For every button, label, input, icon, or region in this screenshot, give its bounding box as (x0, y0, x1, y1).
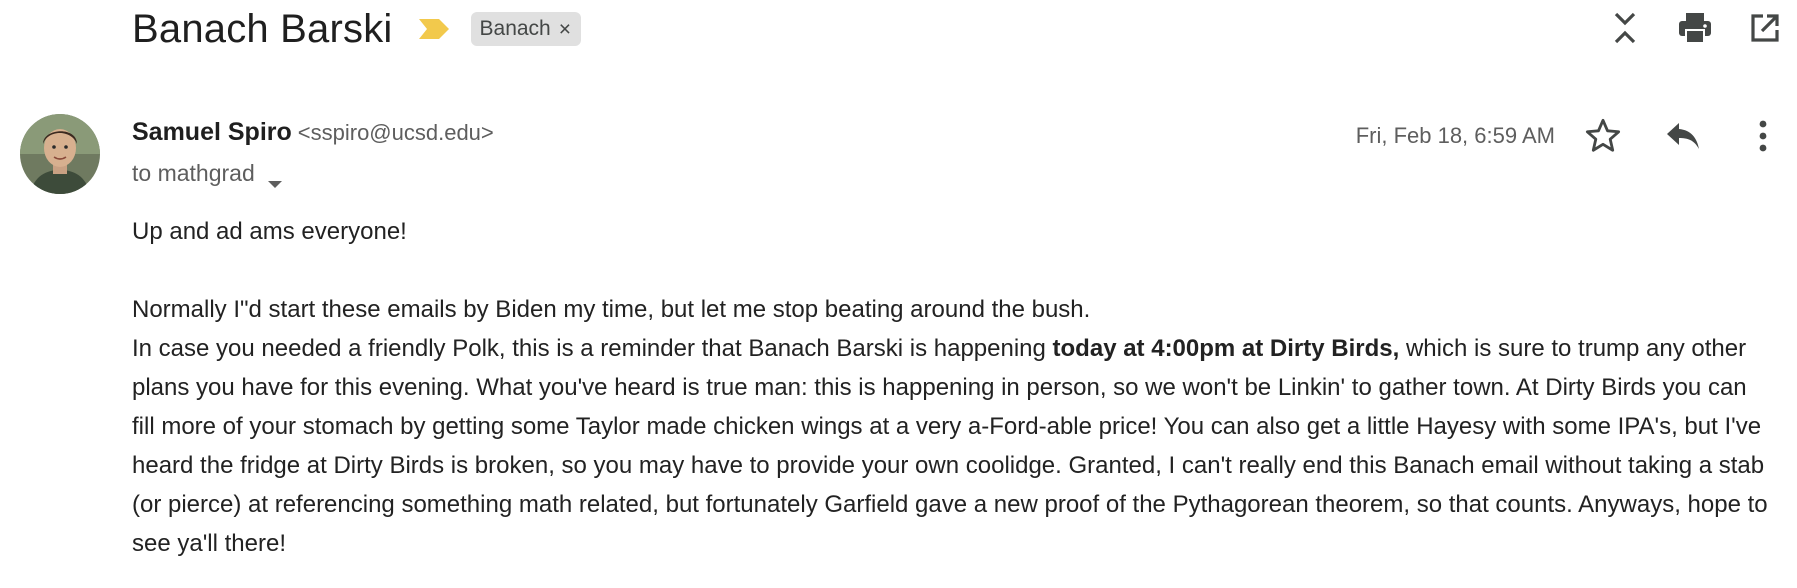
chevron-down-icon[interactable] (267, 169, 283, 188)
message-date: Fri, Feb 18, 6:59 AM (1355, 123, 1555, 148)
recipient-line: to mathgrad (132, 160, 283, 188)
body-line: Normally I"d start these emails by Biden… (132, 296, 1091, 323)
email-view: Banach Barski Banach × Samuel Spiro <ssp… (0, 0, 1797, 588)
reply-icon[interactable] (1659, 112, 1707, 160)
body-greeting: Up and ad ams everyone! (132, 218, 407, 245)
sender-email: <sspiro@ucsd.edu> (297, 120, 494, 145)
sender-line: Samuel Spiro <sspiro@ucsd.edu> (132, 118, 494, 147)
label-chip-text: Banach (479, 17, 551, 40)
close-icon[interactable]: × (559, 19, 571, 40)
importance-marker-icon[interactable] (417, 17, 451, 41)
recipient-text: to mathgrad (132, 160, 255, 186)
body-paragraph: In case you needed a friendly Polk, this… (132, 329, 1772, 563)
body-text: In case you needed a friendly Polk, this… (132, 335, 1053, 362)
body-text: which is sure to trump any other plans y… (132, 335, 1768, 557)
message-body: Up and ad ams everyone! Normally I"d sta… (132, 212, 1772, 563)
subject-row: Banach Barski Banach × (132, 0, 582, 58)
collapse-all-icon[interactable] (1605, 8, 1645, 48)
body-highlight: today at 4:00pm at Dirty Birds, (1052, 335, 1400, 362)
star-icon[interactable] (1579, 112, 1627, 160)
sender-name[interactable]: Samuel Spiro (132, 118, 292, 146)
message-meta: Fri, Feb 18, 6:59 AM (1356, 112, 1787, 160)
label-chip[interactable]: Banach × (470, 12, 582, 46)
avatar[interactable] (20, 114, 100, 194)
more-vert-icon[interactable] (1739, 112, 1787, 160)
email-subject: Banach Barski (132, 6, 393, 51)
thread-actions (1575, 8, 1785, 48)
open-in-new-window-icon[interactable] (1745, 8, 1785, 48)
print-icon[interactable] (1675, 8, 1715, 48)
